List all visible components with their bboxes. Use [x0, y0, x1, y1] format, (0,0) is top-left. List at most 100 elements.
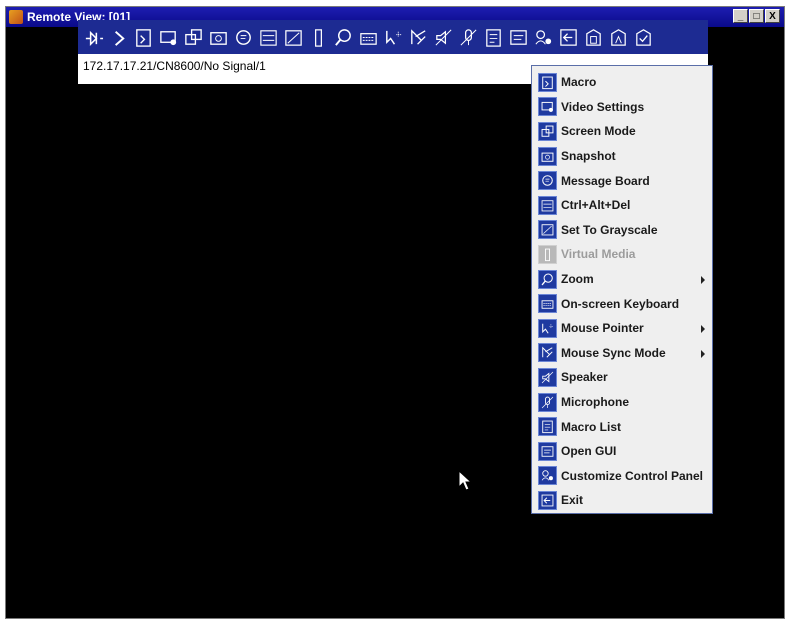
macro-list-icon	[486, 28, 501, 47]
toolbar-exit-icon[interactable]	[557, 26, 580, 49]
keyboard-icon	[538, 294, 557, 314]
open-gui-icon	[510, 29, 527, 45]
customize-panel-icon	[538, 466, 557, 486]
menu-item-macro[interactable]: Macro	[532, 70, 712, 95]
toolbar-snapshot-icon[interactable]	[207, 26, 230, 49]
toolbar-video-settings-icon[interactable]	[157, 26, 180, 49]
toolbar-macro-list-icon[interactable]	[482, 26, 505, 49]
toolbar-screen-mode-icon[interactable]	[182, 26, 205, 49]
toolbar-virtual-media-icon[interactable]	[307, 26, 330, 49]
toolbar-num-lock-icon[interactable]	[582, 26, 605, 49]
mouse-pointer-icon	[386, 30, 402, 45]
menu-item-label: Set To Grayscale	[561, 222, 658, 237]
window-controls: _ □ X	[733, 9, 780, 23]
open-gui-icon	[538, 441, 557, 461]
menu-item-snapshot[interactable]: Snapshot	[532, 144, 712, 169]
menu-item-label: Mouse Pointer	[561, 321, 644, 336]
maximize-button[interactable]: □	[749, 9, 764, 23]
menu-item-label: Ctrl+Alt+Del	[561, 198, 631, 213]
menu-item-mouse-sync[interactable]: Mouse Sync Mode	[532, 341, 712, 366]
menu-item-open-gui[interactable]: Open GUI	[532, 439, 712, 464]
exit-icon	[560, 28, 577, 46]
menu-item-ctrl-alt-del[interactable]: Ctrl+Alt+Del	[532, 193, 712, 218]
menu-item-macro-list[interactable]: Macro List	[532, 414, 712, 439]
snapshot-icon	[538, 146, 557, 166]
pin-icon	[85, 30, 104, 46]
toolbar-expand-arrow-icon[interactable]	[107, 26, 130, 49]
mouse-sync-icon	[411, 28, 426, 45]
macro-icon	[136, 28, 151, 47]
toolbar-caps-lock-icon[interactable]	[607, 26, 630, 49]
toolbar-macro-icon[interactable]	[132, 26, 155, 49]
toolbar-mouse-pointer-icon[interactable]	[382, 26, 405, 49]
exit-icon	[538, 490, 557, 510]
menu-item-label: Zoom	[561, 272, 594, 287]
menu-item-video-settings[interactable]: Video Settings	[532, 95, 712, 120]
grayscale-icon	[285, 29, 302, 46]
menu-item-customize-panel[interactable]: Customize Control Panel	[532, 464, 712, 489]
menu-item-label: Mouse Sync Mode	[561, 345, 666, 360]
toolbar-grayscale-icon[interactable]	[282, 26, 305, 49]
menu-item-label: Exit	[561, 493, 584, 508]
menu-item-label: Snapshot	[561, 149, 616, 164]
menu-item-label: Macro	[561, 75, 597, 90]
toolbar-message-board-icon[interactable]	[232, 26, 255, 49]
menu-item-label: Microphone	[561, 395, 629, 410]
menu-item-label: Speaker	[561, 370, 608, 385]
toolbar-ctrl-alt-del-icon[interactable]	[257, 26, 280, 49]
message-board-icon	[538, 171, 557, 191]
java-app-icon	[9, 10, 23, 24]
mouse-sync-icon	[538, 343, 557, 363]
ctrl-alt-del-icon	[538, 195, 557, 215]
menu-item-label: Macro List	[561, 419, 622, 434]
submenu-arrow-icon	[701, 349, 705, 358]
menu-item-message-board[interactable]: Message Board	[532, 168, 712, 193]
virtual-media-icon	[538, 244, 557, 264]
toolbar-scroll-lock-icon[interactable]	[632, 26, 655, 49]
toolbar-customize-panel-icon[interactable]	[532, 26, 555, 49]
menu-item-screen-mode[interactable]: Screen Mode	[532, 119, 712, 144]
screen-mode-icon	[185, 28, 202, 45]
menu-item-label: Virtual Media	[561, 247, 636, 262]
toolbar-open-gui-icon[interactable]	[507, 26, 530, 49]
menu-item-label: Message Board	[561, 173, 650, 188]
virtual-media-icon	[315, 28, 322, 47]
menu-item-keyboard[interactable]: On-screen Keyboard	[532, 291, 712, 316]
microphone-icon	[538, 392, 557, 412]
menu-item-label: Video Settings	[561, 99, 645, 114]
menu-item-exit[interactable]: Exit	[532, 488, 712, 513]
keyboard-icon	[360, 32, 377, 45]
control-toolbar	[78, 20, 708, 54]
toolbar-zoom-icon[interactable]	[332, 26, 355, 49]
snapshot-icon	[210, 31, 227, 45]
menu-item-label: Open GUI	[561, 444, 617, 459]
customize-panel-icon	[535, 29, 552, 44]
menu-item-label: Customize Control Panel	[561, 468, 704, 483]
caps-lock-icon	[611, 28, 626, 46]
scroll-lock-icon	[636, 28, 651, 46]
toolbar-keyboard-icon[interactable]	[357, 26, 380, 49]
mouse-pointer-icon	[538, 318, 557, 338]
screen-mode-icon	[538, 121, 557, 141]
menu-item-microphone[interactable]: Microphone	[532, 390, 712, 415]
grayscale-icon	[538, 220, 557, 240]
macro-list-icon	[538, 417, 557, 437]
menu-item-speaker[interactable]: Speaker	[532, 365, 712, 390]
expand-arrow-icon	[115, 30, 125, 46]
ctrl-alt-del-icon	[260, 29, 277, 46]
close-button[interactable]: X	[765, 9, 780, 23]
minimize-button[interactable]: _	[733, 9, 748, 23]
submenu-arrow-icon	[701, 275, 705, 284]
mouse-cursor-icon	[458, 470, 473, 491]
menu-item-grayscale[interactable]: Set To Grayscale	[532, 218, 712, 243]
menu-item-zoom[interactable]: Zoom	[532, 267, 712, 292]
toolbar-speaker-icon[interactable]	[432, 26, 455, 49]
speaker-icon	[538, 367, 557, 387]
toolbar-pin-icon[interactable]	[82, 26, 105, 49]
control-panel-menu: Macro Video Settings Screen Mode Snapshot Me…	[531, 65, 713, 514]
menu-item-mouse-pointer[interactable]: Mouse Pointer	[532, 316, 712, 341]
toolbar-microphone-icon[interactable]	[457, 26, 480, 49]
menu-item-label: On-screen Keyboard	[561, 296, 680, 311]
num-lock-icon	[586, 28, 601, 46]
toolbar-mouse-sync-icon[interactable]	[407, 26, 430, 49]
